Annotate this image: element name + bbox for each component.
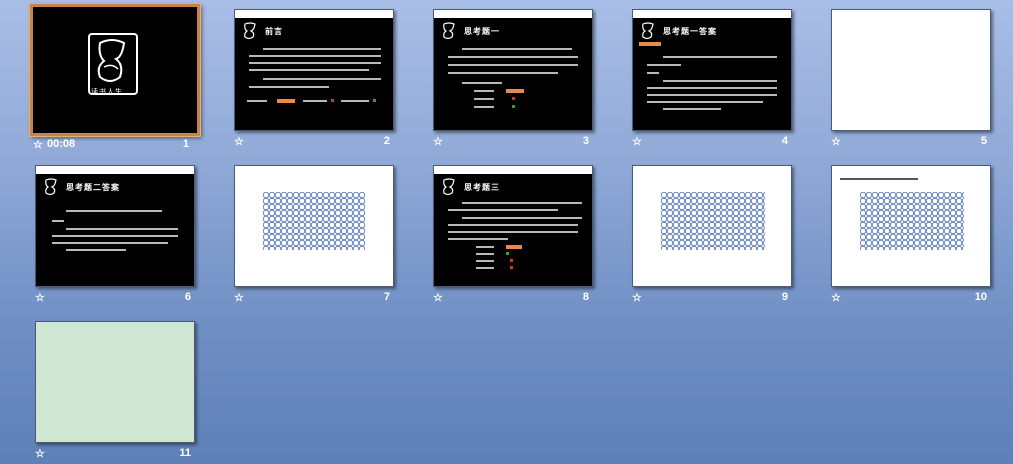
slide-thumbnail-7[interactable]: ☆ 7: [234, 165, 394, 304]
animation-star-icon[interactable]: ☆: [433, 291, 443, 304]
book-logo-icon: [88, 33, 138, 95]
slide-number: 10: [974, 291, 987, 303]
slide-5-meta: ☆ 5: [831, 135, 991, 151]
animation-star-icon[interactable]: ☆: [433, 135, 443, 148]
slide-4-preview[interactable]: 思考题一答案: [632, 9, 792, 131]
slide-thumbnail-10[interactable]: ☆ 10: [831, 165, 991, 304]
slide-thumbnail-3[interactable]: 思考题一 ☆ 3: [433, 9, 593, 148]
book-logo-icon: [244, 22, 256, 40]
slide-number: 5: [980, 135, 987, 147]
slide-7-meta: ☆ 7: [234, 291, 394, 307]
slide-6-preview[interactable]: 思考题二答案: [35, 165, 195, 287]
slide-1-caption: 读书人生: [91, 89, 123, 96]
animation-star-icon[interactable]: ☆: [632, 291, 642, 304]
slide-number: 6: [184, 291, 191, 303]
slide-thumbnail-8[interactable]: 思考题三 ☆ 8: [433, 165, 593, 304]
slide-thumbnail-1[interactable]: 读书人生 ☆ 00:08 1: [30, 4, 200, 151]
slide-3-preview[interactable]: 思考题一: [433, 9, 593, 131]
book-logo-icon: [642, 22, 654, 40]
slide-6-meta: ☆ 6: [35, 291, 195, 307]
slide-number: 8: [582, 291, 589, 303]
animation-star-icon[interactable]: ☆: [35, 447, 45, 460]
slide-title: 前言: [265, 27, 283, 36]
slide-9-meta: ☆ 9: [632, 291, 792, 307]
slide-5-preview[interactable]: [831, 9, 991, 131]
slide-number: 4: [781, 135, 788, 147]
animation-star-icon[interactable]: ☆: [35, 291, 45, 304]
animation-star-icon[interactable]: ☆: [33, 138, 43, 151]
slide-10-meta: ☆ 10: [831, 291, 991, 307]
slide-10-preview[interactable]: [831, 165, 991, 287]
slide-11-preview[interactable]: [35, 321, 195, 443]
slide-number: 1: [182, 138, 189, 150]
slide-11-meta: ☆ 11: [35, 447, 195, 463]
slide-title: 思考题一答案: [663, 27, 717, 36]
slide-thumbnail-9[interactable]: ☆ 9: [632, 165, 792, 304]
slide-number: 2: [383, 135, 390, 147]
slide-thumbnail-2[interactable]: 前言 ☆ 2: [234, 9, 394, 148]
animation-star-icon[interactable]: ☆: [632, 135, 642, 148]
slide-2-preview[interactable]: 前言: [234, 9, 394, 131]
animation-star-icon[interactable]: ☆: [831, 135, 841, 148]
slide-9-preview[interactable]: [632, 165, 792, 287]
slide-number: 11: [179, 447, 191, 459]
slide-1-meta: ☆ 00:08 1: [33, 138, 193, 154]
animation-star-icon[interactable]: ☆: [234, 291, 244, 304]
book-logo-icon: [443, 178, 455, 196]
slide-4-meta: ☆ 4: [632, 135, 792, 151]
book-logo-icon: [443, 22, 455, 40]
slide-title: 思考题三: [464, 183, 500, 192]
slide-8-meta: ☆ 8: [433, 291, 593, 307]
animation-star-icon[interactable]: ☆: [234, 135, 244, 148]
slide-thumbnail-4[interactable]: 思考题一答案 ☆ 4: [632, 9, 792, 148]
slide-timing: 00:08: [47, 138, 76, 150]
slide-1-preview[interactable]: 读书人生: [30, 4, 200, 136]
book-logo-icon: [45, 178, 57, 196]
slide-8-preview[interactable]: 思考题三: [433, 165, 593, 287]
slide-title: 思考题一: [464, 27, 500, 36]
mesh-graphic: [661, 192, 765, 250]
mesh-graphic: [860, 192, 964, 250]
slide-3-meta: ☆ 3: [433, 135, 593, 151]
slide-title: 思考题二答案: [66, 183, 120, 192]
slide-thumbnail-6[interactable]: 思考题二答案 ☆ 6: [35, 165, 195, 304]
slide-thumbnail-5[interactable]: ☆ 5: [831, 9, 991, 148]
slide-thumbnail-11[interactable]: ☆ 11: [35, 321, 195, 460]
slide-number: 9: [781, 291, 788, 303]
animation-star-icon[interactable]: ☆: [831, 291, 841, 304]
slide-number: 3: [582, 135, 589, 147]
slide-7-preview[interactable]: [234, 165, 394, 287]
slide-sorter: 读书人生 ☆ 00:08 1 前言 ☆ 2 思考题一 ☆ 3 思考题一答案 ☆ …: [0, 0, 1013, 464]
slide-2-meta: ☆ 2: [234, 135, 394, 151]
slide-number: 7: [383, 291, 390, 303]
mesh-graphic: [263, 192, 365, 250]
